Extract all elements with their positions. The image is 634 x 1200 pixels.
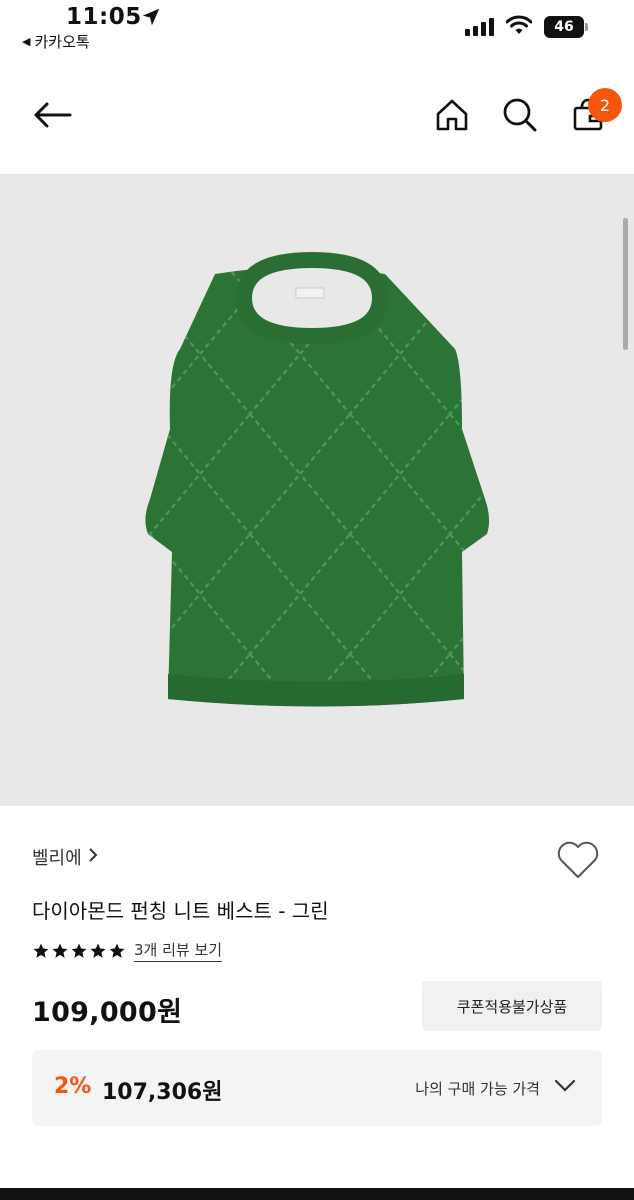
star-icon bbox=[33, 943, 49, 958]
knit-vest-image bbox=[145, 251, 490, 707]
brand-link[interactable]: 벨리에 bbox=[32, 844, 98, 870]
search-icon bbox=[502, 97, 538, 137]
my-price: 107,306원 bbox=[102, 1080, 223, 1105]
wishlist-button[interactable] bbox=[556, 840, 600, 884]
rating-stars bbox=[32, 942, 126, 960]
star-icon bbox=[90, 943, 106, 958]
home-button[interactable] bbox=[430, 60, 474, 174]
status-bar: 11:05 ◀ 카카오톡 46 bbox=[0, 0, 634, 60]
product-price: 109,000원 bbox=[32, 997, 183, 1028]
product-image[interactable] bbox=[0, 174, 634, 806]
back-to-app-link[interactable]: ◀ 카카오톡 bbox=[22, 31, 90, 52]
cart-button[interactable]: 2 bbox=[566, 60, 622, 174]
star-icon bbox=[52, 943, 68, 958]
app-header: 2 bbox=[0, 60, 634, 174]
status-indicators: 46 bbox=[465, 15, 588, 39]
chevron-right-icon bbox=[88, 847, 98, 868]
search-button[interactable] bbox=[498, 60, 542, 174]
battery-level: 46 bbox=[554, 19, 574, 35]
coupon-notice-button[interactable]: 쿠폰적용불가상품 bbox=[422, 981, 602, 1031]
cellular-signal-icon bbox=[465, 18, 494, 36]
my-price-box: 2% 107,306원 나의 구매 가능 가격 bbox=[32, 1050, 602, 1126]
chevron-down-icon bbox=[554, 1079, 576, 1097]
cart-count-badge: 2 bbox=[588, 88, 622, 122]
wifi-icon bbox=[505, 15, 533, 39]
my-price-toggle[interactable]: 나의 구매 가능 가격 bbox=[415, 1050, 576, 1126]
back-triangle-icon: ◀ bbox=[22, 35, 31, 48]
discount-rate: 2% bbox=[54, 1074, 92, 1099]
home-icon bbox=[435, 98, 469, 136]
back-to-app-label: 카카오톡 bbox=[34, 33, 90, 51]
product-name: 다이아몬드 펀칭 니트 베스트 - 그린 bbox=[32, 899, 329, 923]
back-arrow-icon bbox=[32, 100, 72, 134]
star-icon bbox=[71, 943, 87, 958]
star-icon bbox=[109, 943, 125, 958]
brand-name: 벨리에 bbox=[32, 848, 82, 869]
bottom-edge bbox=[0, 1188, 634, 1200]
rating-row: 3개 리뷰 보기 bbox=[32, 939, 223, 962]
my-price-label: 나의 구매 가능 가격 bbox=[415, 1079, 540, 1098]
status-time: 11:05 bbox=[66, 4, 142, 30]
battery-icon: 46 bbox=[544, 16, 588, 38]
back-button[interactable] bbox=[24, 60, 80, 174]
image-scroll-indicator bbox=[623, 218, 628, 350]
heart-icon bbox=[556, 841, 600, 884]
review-link[interactable]: 3개 리뷰 보기 bbox=[134, 939, 223, 962]
location-arrow-icon bbox=[140, 6, 162, 32]
